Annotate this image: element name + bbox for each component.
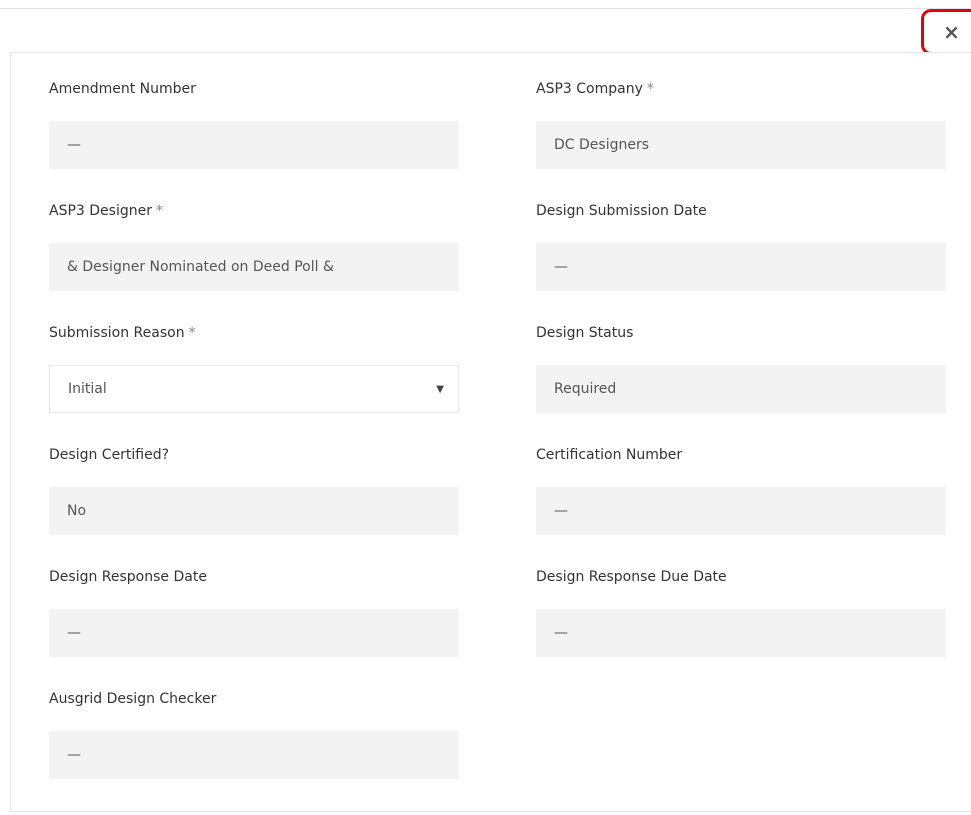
amendment-number-value: —: [49, 121, 459, 169]
certification-number-label: Certification Number: [536, 447, 683, 463]
design-details-panel: Amendment Number — ASP3 Company * DC Desi…: [10, 52, 971, 812]
close-icon[interactable]: ×: [943, 22, 960, 42]
design-status-label: Design Status: [536, 325, 634, 341]
close-button[interactable]: ×: [921, 9, 971, 55]
certification-number-value: —: [536, 487, 946, 535]
submission-reason-select[interactable]: Initial ▼: [49, 365, 459, 413]
submission-reason-label: Submission Reason *: [49, 325, 196, 341]
ausgrid-design-checker-label: Ausgrid Design Checker: [49, 691, 217, 707]
design-status-value: Required: [536, 365, 946, 413]
chevron-down-icon[interactable]: ▼: [436, 384, 444, 395]
design-submission-date-label: Design Submission Date: [536, 203, 707, 219]
amendment-number-label: Amendment Number: [49, 81, 196, 97]
required-marker: *: [155, 203, 163, 219]
submission-reason-selected-value: Initial: [68, 381, 107, 397]
design-response-date-label: Design Response Date: [49, 569, 207, 585]
design-certified-value: No: [49, 487, 459, 535]
asp3-company-value: DC Designers: [536, 121, 946, 169]
top-divider: [0, 8, 971, 9]
asp3-company-label: ASP3 Company *: [536, 81, 654, 97]
required-marker: *: [646, 81, 654, 97]
design-submission-date-value: —: [536, 243, 946, 291]
ausgrid-design-checker-value: —: [49, 731, 459, 779]
design-response-due-date-value: —: [536, 609, 946, 657]
asp3-designer-value: & Designer Nominated on Deed Poll &: [49, 243, 459, 291]
design-response-date-value: —: [49, 609, 459, 657]
asp3-designer-label: ASP3 Designer *: [49, 203, 163, 219]
required-marker: *: [188, 325, 196, 341]
design-response-due-date-label: Design Response Due Date: [536, 569, 727, 585]
design-certified-label: Design Certified?: [49, 447, 170, 463]
